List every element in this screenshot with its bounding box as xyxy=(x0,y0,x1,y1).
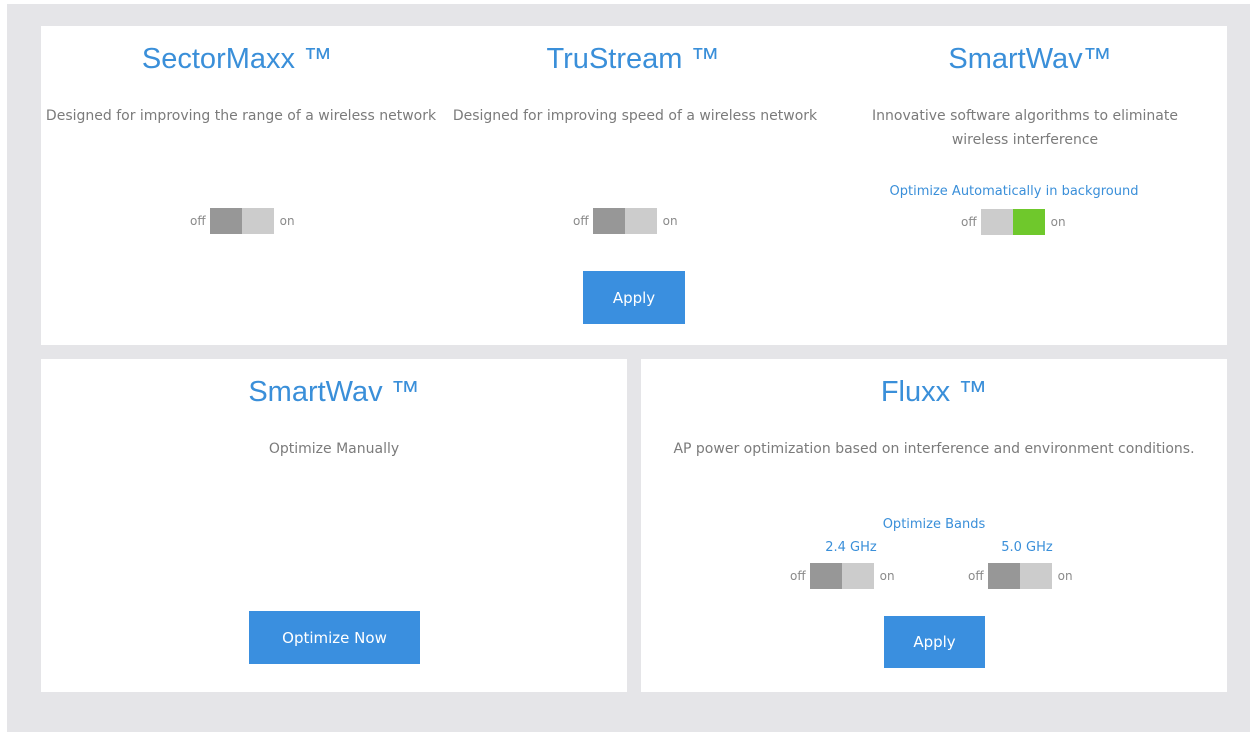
toggle-rail xyxy=(1019,563,1052,589)
trustream-title: TruStream ™ xyxy=(546,43,720,75)
optimize-now-button[interactable]: Optimize Now xyxy=(249,611,420,664)
optimize-bands-label: Optimize Bands xyxy=(882,517,986,532)
smartwav-auto-title: SmartWav™ xyxy=(948,43,1112,75)
toggle-on-label: on xyxy=(1057,569,1073,583)
smartwav-manual-title: SmartWav ™ xyxy=(248,376,420,408)
toggle-on-label: on xyxy=(879,569,895,583)
band-50-label: 5.0 GHz xyxy=(1001,540,1053,555)
toggle-knob xyxy=(592,208,625,234)
toggle-track[interactable] xyxy=(592,208,657,234)
toggle-off-label: off xyxy=(790,569,806,583)
smartwav-auto-toggle[interactable]: off on xyxy=(961,209,1066,235)
toggle-on-label: on xyxy=(662,214,678,228)
toggle-knob xyxy=(809,563,842,589)
toggle-knob xyxy=(987,563,1020,589)
toggle-track[interactable] xyxy=(209,208,274,234)
sectormaxx-title: SectorMaxx ™ xyxy=(141,43,333,75)
smartwav-manual-description: Optimize Manually xyxy=(268,441,400,457)
fluxx-card: Fluxx ™ AP power optimization based on i… xyxy=(641,359,1227,692)
toggle-rail xyxy=(241,208,274,234)
toggle-off-label: off xyxy=(968,569,984,583)
fluxx-description: AP power optimization based on interfere… xyxy=(673,441,1195,457)
fluxx-title: Fluxx ™ xyxy=(880,376,988,408)
smartwav-manual-card: SmartWav ™ Optimize Manually Optimize No… xyxy=(41,359,627,692)
toggle-track[interactable] xyxy=(987,563,1052,589)
toggle-track[interactable] xyxy=(809,563,874,589)
toggle-off-label: off xyxy=(190,214,206,228)
toggle-rail xyxy=(624,208,657,234)
toggle-on-label: on xyxy=(279,214,295,228)
toggle-off-label: off xyxy=(961,215,977,229)
toggle-rail xyxy=(980,209,1013,235)
band-50-toggle[interactable]: off on xyxy=(968,563,1073,589)
toggle-knob xyxy=(209,208,242,234)
features-card: SectorMaxx ™ Designed for improving the … xyxy=(41,26,1227,345)
sectormaxx-toggle[interactable]: off on xyxy=(190,208,295,234)
band-24-label: 2.4 GHz xyxy=(825,540,877,555)
apply-button[interactable]: Apply xyxy=(583,271,685,324)
optimize-automatically-label: Optimize Automatically in background xyxy=(889,184,1139,199)
trustream-toggle[interactable]: off on xyxy=(573,208,678,234)
toggle-knob xyxy=(1012,209,1045,235)
sectormaxx-description: Designed for improving the range of a wi… xyxy=(45,108,437,124)
toggle-off-label: off xyxy=(573,214,589,228)
toggle-rail xyxy=(841,563,874,589)
trustream-description: Designed for improving speed of a wirele… xyxy=(452,108,818,124)
toggle-on-label: on xyxy=(1050,215,1066,229)
fluxx-apply-button[interactable]: Apply xyxy=(884,616,985,668)
toggle-track[interactable] xyxy=(980,209,1045,235)
band-24-toggle[interactable]: off on xyxy=(790,563,895,589)
smartwav-auto-description: Innovative software algorithms to elimin… xyxy=(872,108,1178,148)
